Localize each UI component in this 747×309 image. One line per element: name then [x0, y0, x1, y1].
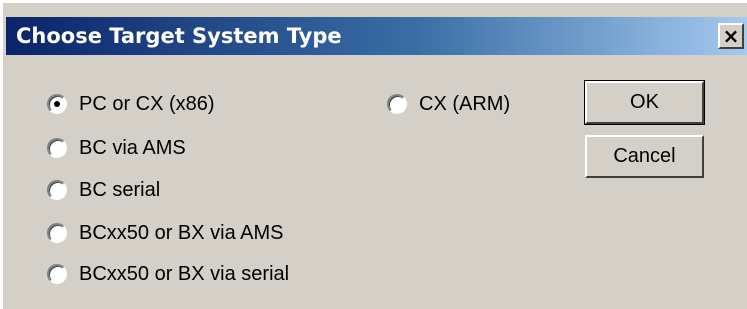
- radio-label: BC serial: [79, 178, 161, 201]
- cancel-button-label: Cancel: [613, 145, 676, 167]
- choose-target-dialog: Choose Target System Type × PC or CX (x8…: [0, 0, 747, 309]
- radio-bcxx50-bx-via-ams[interactable]: BCxx50 or BX via AMS: [47, 220, 284, 246]
- ok-button-label: OK: [630, 91, 659, 113]
- radio-button-icon[interactable]: [47, 264, 67, 284]
- radio-cx-arm[interactable]: CX (ARM): [387, 91, 510, 117]
- radio-button-icon[interactable]: [47, 223, 67, 243]
- title-bar[interactable]: Choose Target System Type ×: [6, 17, 747, 55]
- radio-label: CX (ARM): [419, 92, 511, 115]
- radio-button-checked-icon[interactable]: [47, 94, 67, 114]
- cancel-button[interactable]: Cancel: [585, 135, 704, 178]
- radio-pc-cx-x86[interactable]: PC or CX (x86): [47, 91, 215, 117]
- radio-label: PC or CX (x86): [79, 92, 215, 115]
- radio-label: BCxx50 or BX via AMS: [79, 221, 284, 244]
- radio-button-icon[interactable]: [47, 138, 67, 158]
- radio-button-icon[interactable]: [47, 180, 67, 200]
- radio-bcxx50-bx-via-serial[interactable]: BCxx50 or BX via serial: [47, 261, 289, 287]
- close-button[interactable]: ×: [718, 23, 744, 49]
- ok-button[interactable]: OK: [584, 80, 705, 125]
- close-icon: ×: [722, 24, 740, 48]
- radio-bc-via-ams[interactable]: BC via AMS: [47, 135, 186, 161]
- radio-label: BC via AMS: [79, 136, 186, 159]
- dialog-title: Choose Target System Type: [16, 24, 342, 48]
- radio-bc-serial[interactable]: BC serial: [47, 177, 160, 203]
- radio-label: BCxx50 or BX via serial: [79, 262, 290, 285]
- radio-button-icon[interactable]: [387, 94, 407, 114]
